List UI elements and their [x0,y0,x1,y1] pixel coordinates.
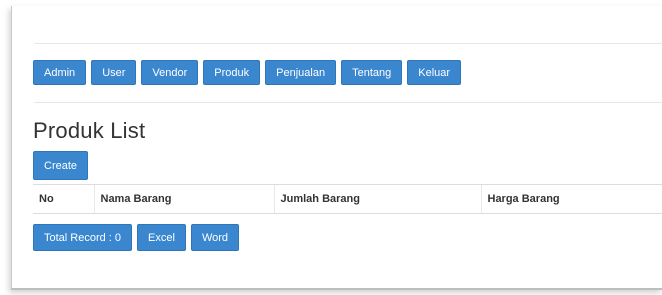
column-header-no: No [33,184,94,214]
nav-penjualan-button[interactable]: Penjualan [265,60,337,85]
column-header-nama-barang: Nama Barang [93,184,274,214]
nav-vendor-button[interactable]: Vendor [141,60,199,85]
nav-tentang-button[interactable]: Tentang [341,60,403,85]
page-title: Produk List [33,118,146,143]
table-footer-actions: Total Record : 0 Excel Word [33,224,240,251]
nav-user-button[interactable]: User [91,60,137,85]
produk-table: No Nama Barang Jumlah Barang Harga Baran… [33,184,662,214]
nav-admin-button[interactable]: Admin [33,60,87,85]
export-excel-button[interactable]: Excel [137,224,186,251]
nav-keluar-button[interactable]: Keluar [407,60,462,85]
main-nav: Admin User Vendor Produk Penjualan Tenta… [33,60,462,85]
page-frame: Admin User Vendor Produk Penjualan Tenta… [11,6,662,290]
total-record-button[interactable]: Total Record : 0 [33,224,133,251]
column-header-harga-barang: Harga Barang [480,184,662,214]
divider-middle [34,102,662,103]
table-header: No Nama Barang Jumlah Barang Harga Baran… [33,184,662,214]
table-header-row: No Nama Barang Jumlah Barang Harga Baran… [33,184,662,214]
export-word-button[interactable]: Word [190,224,240,251]
nav-produk-button[interactable]: Produk [203,60,261,85]
create-button[interactable]: Create [33,151,89,180]
column-header-jumlah-barang: Jumlah Barang [273,184,481,214]
divider-top [34,43,662,44]
